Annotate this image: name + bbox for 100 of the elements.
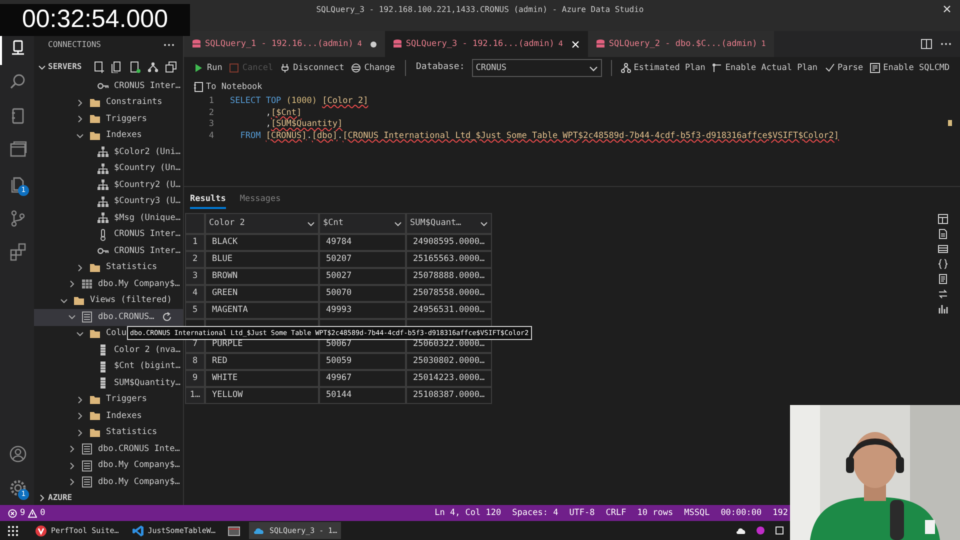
close-icon[interactable] xyxy=(942,4,952,14)
collapse-all-icon[interactable] xyxy=(165,61,177,73)
chevron-right-icon[interactable] xyxy=(76,264,84,272)
chevron-right-icon[interactable] xyxy=(76,396,84,404)
column-header[interactable]: SUM$Quant… xyxy=(406,213,492,234)
chevron-down-icon[interactable] xyxy=(307,220,315,228)
chevron-down-icon[interactable] xyxy=(60,296,68,305)
status-item[interactable]: Ln 4, Col 120 xyxy=(434,506,502,520)
tree-item[interactable]: Statistics xyxy=(34,260,183,276)
tree-item[interactable]: $Msg (Unique… xyxy=(34,210,183,226)
branch-icon[interactable] xyxy=(712,63,722,73)
toolbar-button[interactable]: Disconnect xyxy=(280,62,344,74)
document-icon[interactable] xyxy=(938,274,948,284)
arrows-icon[interactable] xyxy=(938,289,948,299)
tree-item[interactable]: Triggers xyxy=(34,111,183,128)
status-item[interactable]: UTF-8 xyxy=(569,506,595,520)
new-connection-icon[interactable] xyxy=(93,61,105,73)
chevron-down-icon[interactable] xyxy=(76,132,84,140)
chevron-right-icon[interactable] xyxy=(76,98,84,107)
status-item[interactable]: 10 rows xyxy=(637,506,674,520)
window-icon[interactable] xyxy=(9,141,27,159)
status-item[interactable]: CRLF xyxy=(606,506,626,520)
tree-item[interactable]: CRONUS Inter… xyxy=(34,243,183,260)
status-item[interactable]: Spaces: 4 xyxy=(512,506,558,520)
tree-item[interactable]: CRONUS Inter… xyxy=(34,226,183,243)
chevron-down-icon[interactable] xyxy=(38,63,46,71)
tree-item[interactable]: dbo.My Company$… xyxy=(34,458,183,474)
section-header[interactable]: AZURE xyxy=(48,492,72,504)
toolbar-button[interactable]: Change xyxy=(351,62,395,74)
status-item[interactable]: 00:00:00 xyxy=(720,506,762,520)
extensions-icon[interactable] xyxy=(9,243,27,261)
more-icon[interactable] xyxy=(940,42,952,46)
section-header[interactable]: SERVERS xyxy=(48,61,82,73)
notebook-icon[interactable] xyxy=(194,82,203,92)
document-icon[interactable] xyxy=(938,229,948,239)
chevron-down-icon[interactable] xyxy=(76,330,84,338)
tree-item[interactable]: dbo.CRONUS… xyxy=(34,309,183,326)
server-icon[interactable] xyxy=(9,39,27,57)
browser-icon[interactable] xyxy=(35,524,47,536)
tree-item[interactable]: CRONUS Inter… xyxy=(34,78,183,94)
connection-icon[interactable] xyxy=(351,63,362,73)
column-header[interactable]: Color 2 xyxy=(205,213,319,234)
app-tray-icon[interactable] xyxy=(756,526,765,535)
tree-item[interactable]: $Country3 (U… xyxy=(34,194,183,210)
hierarchy-icon[interactable] xyxy=(147,61,159,73)
status-item[interactable]: 192 xyxy=(772,506,788,520)
chevron-right-icon[interactable] xyxy=(76,412,84,420)
toolbar-button[interactable]: Estimated Plan xyxy=(620,62,706,74)
tree-item[interactable]: dbo.My Company$… xyxy=(34,276,183,292)
toolbar-button[interactable]: Enable Actual Plan xyxy=(712,62,818,74)
chevron-down-icon[interactable] xyxy=(68,313,76,322)
chevron-down-icon[interactable] xyxy=(394,220,402,228)
braces-icon[interactable] xyxy=(938,259,948,269)
more-icon[interactable] xyxy=(163,42,175,46)
search-icon[interactable] xyxy=(9,73,27,91)
tree-item[interactable]: $Country2 (U… xyxy=(34,177,183,194)
results-tab[interactable]: Results xyxy=(190,191,226,209)
chevron-right-icon[interactable] xyxy=(68,478,76,486)
chart-icon[interactable] xyxy=(938,304,948,314)
check-icon[interactable] xyxy=(824,63,835,73)
tree-item[interactable]: $Color2 (Uni… xyxy=(34,144,183,160)
tree-item[interactable]: Indexes xyxy=(34,408,183,424)
plug-icon[interactable] xyxy=(280,63,290,73)
tree-item[interactable]: Triggers xyxy=(34,392,183,408)
toolbar-button[interactable]: Run xyxy=(194,62,222,74)
chevron-down-icon[interactable] xyxy=(480,220,488,228)
grid-icon[interactable] xyxy=(8,526,18,536)
chevron-right-icon[interactable] xyxy=(68,462,76,470)
tree-item[interactable]: Constraints xyxy=(34,94,183,111)
sqlcmd-icon[interactable] xyxy=(870,63,880,73)
folder-icon[interactable] xyxy=(228,524,240,536)
settings-icon[interactable] xyxy=(9,479,27,497)
account-icon[interactable] xyxy=(9,445,27,463)
tray-icon[interactable] xyxy=(775,526,784,535)
cloud-icon[interactable] xyxy=(736,526,746,534)
chevron-right-icon[interactable] xyxy=(76,115,84,124)
chevron-right-icon[interactable] xyxy=(68,280,76,288)
tree-item[interactable]: $Country (Un… xyxy=(34,160,183,177)
problems-button[interactable]: 9 0 xyxy=(0,506,46,520)
tree-item[interactable]: SUM$Quantity… xyxy=(34,375,183,392)
split-editor-icon[interactable] xyxy=(921,39,932,49)
play-icon[interactable] xyxy=(194,63,204,73)
chevron-right-icon[interactable] xyxy=(68,445,76,454)
status-item[interactable]: MSSQL xyxy=(684,506,710,520)
results-tab[interactable]: Messages xyxy=(240,191,281,209)
tree-item[interactable]: $Cnt (bigint… xyxy=(34,358,183,375)
chevron-right-icon[interactable] xyxy=(76,428,84,437)
server-status-icon[interactable] xyxy=(129,61,141,73)
tree-item[interactable]: dbo.CRONUS Inte… xyxy=(34,441,183,458)
column-header[interactable]: $Cnt xyxy=(319,213,406,234)
toolbar-button[interactable]: Parse xyxy=(824,62,864,74)
add-server-icon[interactable] xyxy=(111,61,123,73)
tree-item[interactable]: Indexes xyxy=(34,128,183,144)
chevron-right-icon[interactable] xyxy=(38,494,46,502)
hierarchy-icon[interactable] xyxy=(620,63,631,73)
database-dropdown[interactable]: CRONUS xyxy=(472,59,602,77)
tree-item[interactable]: Statistics xyxy=(34,424,183,441)
tree-item[interactable]: Color 2 (nva… xyxy=(34,342,183,358)
table-icon[interactable] xyxy=(938,244,948,254)
refresh-icon[interactable] xyxy=(162,312,172,322)
